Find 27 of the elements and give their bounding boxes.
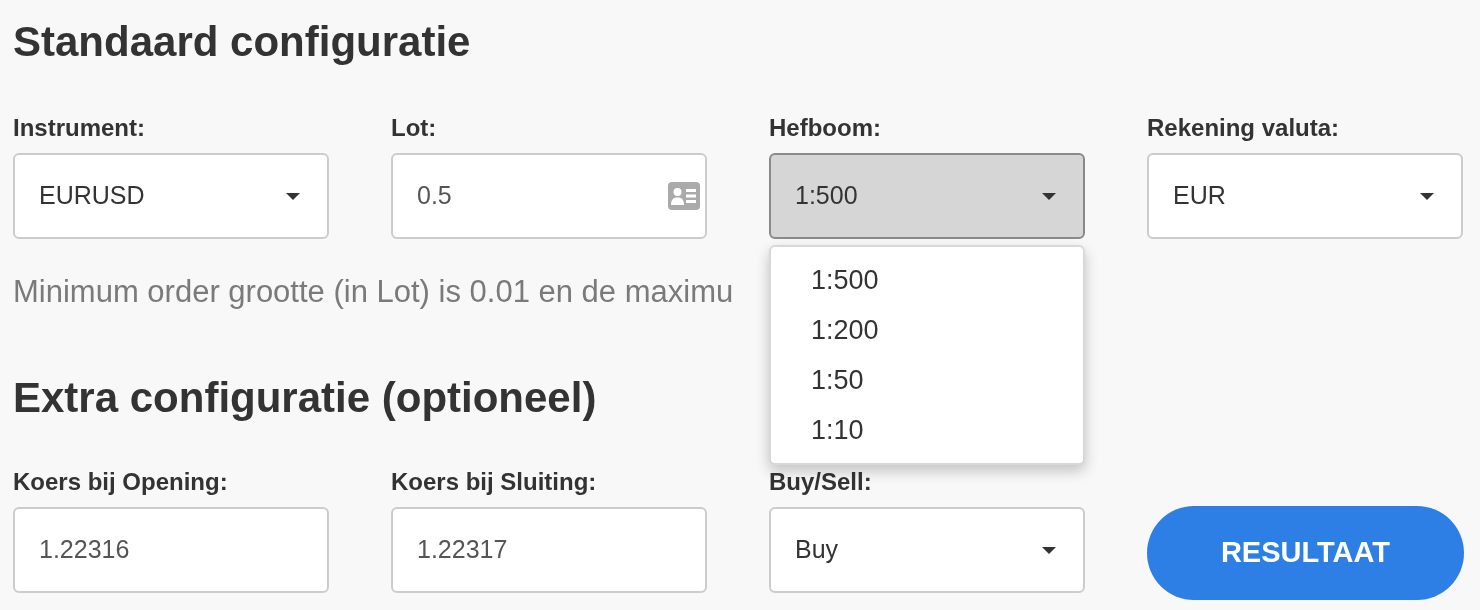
select-field[interactable]: EURUSD	[13, 153, 329, 239]
select-field[interactable]: Buy	[769, 507, 1085, 593]
dropdown-option[interactable]: 1:500	[771, 255, 1083, 305]
caret-down-icon	[1042, 546, 1056, 554]
field-label: Rekening valuta:	[1147, 115, 1340, 141]
dropdown-option[interactable]: 1:50	[771, 355, 1083, 405]
input-field[interactable]: 1.22316	[13, 507, 329, 593]
dropdown-option[interactable]: 1:10	[771, 405, 1083, 455]
field-label: Lot:	[391, 115, 437, 141]
section-title: Standaard configuratie	[13, 18, 471, 66]
input-field[interactable]: 1.22317	[391, 507, 707, 593]
field-label: Koers bij Opening:	[13, 469, 228, 495]
field-label: Koers bij Sluiting:	[391, 469, 597, 495]
select-field[interactable]: 1:500	[769, 153, 1085, 239]
dropdown-option[interactable]: 1:200	[771, 305, 1083, 355]
hint-text: Minimum order grootte (in Lot) is 0.01 en de maximu	[13, 273, 734, 311]
contact-card-icon	[668, 182, 700, 210]
section-title: Extra configuratie (optioneel)	[13, 374, 597, 422]
select-field[interactable]: EUR	[1147, 153, 1463, 239]
field-label: Buy/Sell:	[769, 469, 872, 495]
caret-down-icon	[286, 192, 300, 200]
field-label: Hefboom:	[769, 115, 881, 141]
field-label: Instrument:	[13, 115, 145, 141]
caret-down-icon	[1420, 192, 1434, 200]
caret-down-icon	[1042, 192, 1056, 200]
input-field[interactable]: 0.5	[391, 153, 707, 239]
result-button[interactable]: RESULTAAT	[1147, 506, 1464, 600]
